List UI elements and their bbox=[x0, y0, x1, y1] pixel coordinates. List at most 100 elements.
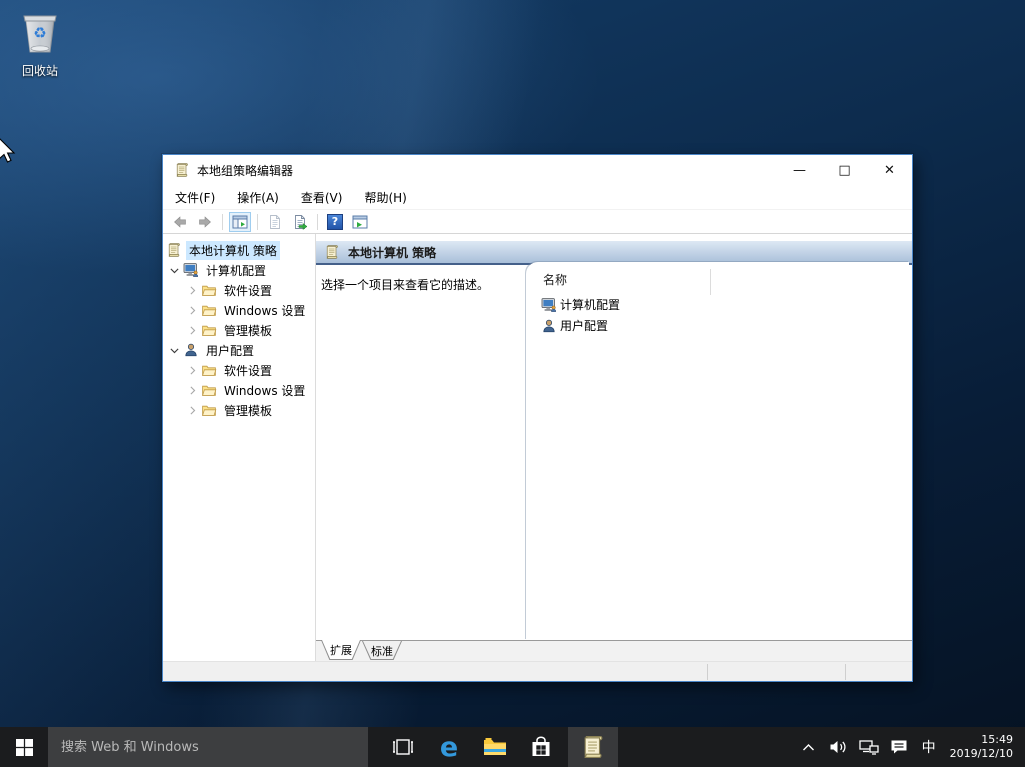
taskbar: e bbox=[0, 727, 1025, 767]
close-button[interactable]: ✕ bbox=[867, 155, 912, 185]
gpedit-window: 本地组策略编辑器 — □ ✕ 文件(F) 操作(A) 查看(V) 帮助(H) bbox=[162, 154, 913, 682]
action-pane-icon bbox=[352, 214, 368, 230]
action-center-icon bbox=[890, 739, 908, 755]
folder-icon bbox=[201, 282, 217, 298]
chevron-right-icon bbox=[186, 384, 199, 397]
selection-description: 选择一个项目来查看它的描述。 bbox=[321, 276, 489, 293]
tree-item-admin-templates-user[interactable]: 管理模板 bbox=[163, 400, 315, 420]
tree-item-computer-configuration[interactable]: 计算机配置 bbox=[163, 260, 315, 280]
help-button[interactable]: ? bbox=[324, 212, 346, 232]
list-item-computer-configuration[interactable]: 计算机配置 bbox=[526, 294, 909, 315]
window-title: 本地组策略编辑器 bbox=[197, 162, 293, 179]
search-input[interactable] bbox=[48, 727, 368, 767]
tree-item-user-configuration[interactable]: 用户配置 bbox=[163, 340, 315, 360]
file-explorer-icon bbox=[483, 737, 507, 757]
gpedit-scroll-icon bbox=[580, 734, 606, 760]
status-bar bbox=[163, 661, 912, 681]
menu-bar: 文件(F) 操作(A) 查看(V) 帮助(H) bbox=[163, 185, 912, 210]
volume-button[interactable] bbox=[826, 727, 852, 767]
status-separator bbox=[707, 664, 708, 680]
chevron-right-icon bbox=[186, 404, 199, 417]
help-icon: ? bbox=[327, 214, 343, 230]
recycle-bin-label: 回收站 bbox=[8, 62, 72, 79]
back-button[interactable] bbox=[169, 212, 191, 232]
store-button[interactable] bbox=[518, 727, 564, 767]
toolbar-separator bbox=[257, 214, 258, 230]
action-center-button[interactable] bbox=[886, 727, 912, 767]
store-icon bbox=[530, 736, 552, 758]
edge-icon: e bbox=[440, 734, 458, 761]
svg-text:♻: ♻ bbox=[33, 24, 46, 42]
ime-indicator[interactable]: 中 bbox=[916, 737, 942, 757]
console-tree: 本地计算机 策略 计算机配置 软件设置 Windows 设置 bbox=[163, 234, 316, 661]
clock-time: 15:49 bbox=[950, 733, 1013, 747]
edge-button[interactable]: e bbox=[426, 727, 472, 767]
toolbar: ? bbox=[163, 210, 912, 234]
system-tray: 中 15:49 2019/12/10 bbox=[796, 727, 1025, 767]
task-view-icon bbox=[392, 738, 414, 756]
export-list-button[interactable] bbox=[289, 212, 311, 232]
console-tree-icon bbox=[232, 214, 248, 230]
recycle-bin[interactable]: ♻ 回收站 bbox=[8, 8, 72, 79]
folder-icon bbox=[201, 402, 217, 418]
tree-item-local-computer-policy[interactable]: 本地计算机 策略 bbox=[163, 240, 315, 260]
minimize-button[interactable]: — bbox=[777, 155, 822, 185]
properties-icon bbox=[267, 214, 283, 230]
toolbar-separator bbox=[317, 214, 318, 230]
back-arrow-icon bbox=[172, 214, 188, 230]
tab-standard[interactable]: 标准 bbox=[362, 641, 402, 660]
scroll-icon bbox=[324, 244, 340, 260]
folder-icon bbox=[201, 322, 217, 338]
forward-button[interactable] bbox=[194, 212, 216, 232]
chevron-right-icon bbox=[186, 324, 199, 337]
mouse-cursor bbox=[0, 137, 17, 165]
scroll-icon bbox=[166, 242, 182, 258]
view-tabs: 扩展 标准 bbox=[316, 640, 912, 661]
start-button[interactable] bbox=[0, 727, 48, 767]
tree-item-admin-templates-computer[interactable]: 管理模板 bbox=[163, 320, 315, 340]
desktop: ♻ 回收站 本地组策略编辑器 — □ ✕ 文件(F) 操作(A) 查看(V) 帮… bbox=[0, 0, 1025, 767]
menu-view[interactable]: 查看(V) bbox=[301, 189, 343, 206]
status-separator bbox=[845, 664, 846, 680]
file-explorer-button[interactable] bbox=[472, 727, 518, 767]
chevron-right-icon bbox=[186, 304, 199, 317]
menu-help[interactable]: 帮助(H) bbox=[364, 189, 406, 206]
user-icon bbox=[541, 318, 557, 334]
network-icon bbox=[859, 739, 879, 755]
export-list-icon bbox=[292, 214, 308, 230]
menu-file[interactable]: 文件(F) bbox=[175, 189, 215, 206]
clock[interactable]: 15:49 2019/12/10 bbox=[946, 733, 1021, 762]
forward-arrow-icon bbox=[197, 214, 213, 230]
tree-item-software-settings-computer[interactable]: 软件设置 bbox=[163, 280, 315, 300]
folder-icon bbox=[201, 302, 217, 318]
chevron-right-icon bbox=[186, 364, 199, 377]
folder-icon bbox=[201, 382, 217, 398]
recycle-bin-icon: ♻ bbox=[18, 8, 62, 56]
name-column-header[interactable]: 名称 bbox=[526, 262, 909, 294]
items-list-panel: 名称 计算机配置 用户配置 bbox=[526, 262, 909, 640]
list-item-user-configuration[interactable]: 用户配置 bbox=[526, 315, 909, 336]
column-divider[interactable] bbox=[710, 269, 711, 295]
volume-icon bbox=[829, 739, 848, 755]
title-bar[interactable]: 本地组策略编辑器 — □ ✕ bbox=[163, 155, 912, 185]
window-content: 本地计算机 策略 计算机配置 软件设置 Windows 设置 bbox=[163, 234, 912, 661]
menu-action[interactable]: 操作(A) bbox=[237, 189, 279, 206]
results-pane-title: 本地计算机 策略 bbox=[348, 244, 436, 261]
maximize-button[interactable]: □ bbox=[822, 155, 867, 185]
taskbar-spacer bbox=[618, 727, 796, 767]
show-console-tree-button[interactable] bbox=[229, 212, 251, 232]
properties-button[interactable] bbox=[264, 212, 286, 232]
task-view-button[interactable] bbox=[380, 727, 426, 767]
network-button[interactable] bbox=[856, 727, 882, 767]
chevron-down-icon bbox=[168, 344, 181, 357]
tab-extended[interactable]: 扩展 bbox=[321, 640, 361, 660]
tray-expand-button[interactable] bbox=[796, 727, 822, 767]
tree-item-windows-settings-computer[interactable]: Windows 设置 bbox=[163, 300, 315, 320]
computer-icon bbox=[183, 262, 199, 278]
tree-item-windows-settings-user[interactable]: Windows 设置 bbox=[163, 380, 315, 400]
tree-item-software-settings-user[interactable]: 软件设置 bbox=[163, 360, 315, 380]
computer-icon bbox=[541, 297, 557, 313]
gpedit-taskbar-button[interactable] bbox=[568, 727, 618, 767]
show-action-pane-button[interactable] bbox=[349, 212, 371, 232]
chevron-up-icon bbox=[802, 743, 815, 752]
